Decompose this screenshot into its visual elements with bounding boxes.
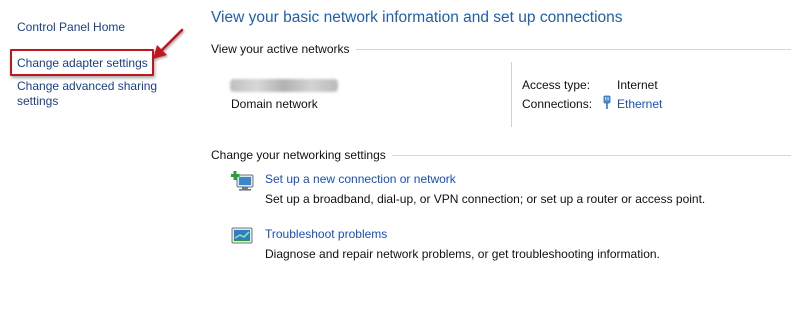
sidebar-link-change-adapter-settings[interactable]: Change adapter settings	[17, 56, 148, 71]
new-connection-icon	[231, 171, 254, 191]
sidebar-link-control-panel-home[interactable]: Control Panel Home	[17, 20, 125, 35]
network-name-redacted	[230, 79, 338, 92]
troubleshoot-problems-link[interactable]: Troubleshoot problems	[265, 227, 387, 241]
connections-label: Connections:	[522, 97, 593, 111]
setup-new-connection-description: Set up a broadband, dial-up, or VPN conn…	[265, 192, 706, 206]
access-type-label: Access type:	[522, 78, 591, 92]
network-category: Domain network	[231, 97, 318, 111]
networking-settings-header: Change your networking settings	[211, 148, 392, 162]
annotation-arrow-icon	[153, 28, 184, 59]
sharing-label-line2: settings	[17, 94, 59, 108]
sidebar-link-change-advanced-sharing-settings[interactable]: Change advanced sharing settings	[17, 79, 157, 109]
ethernet-connection-link[interactable]: Ethernet	[617, 97, 662, 111]
ethernet-icon	[603, 95, 611, 109]
network-info-divider	[511, 62, 512, 127]
troubleshoot-problems-description: Diagnose and repair network problems, or…	[265, 247, 660, 261]
access-type-value: Internet	[617, 78, 658, 92]
setup-new-connection-link[interactable]: Set up a new connection or network	[265, 172, 456, 186]
active-networks-header: View your active networks	[211, 42, 356, 56]
troubleshoot-icon	[231, 227, 253, 244]
page-title: View your basic network information and …	[211, 9, 623, 26]
sharing-label-line1: Change advanced sharing	[17, 79, 158, 93]
